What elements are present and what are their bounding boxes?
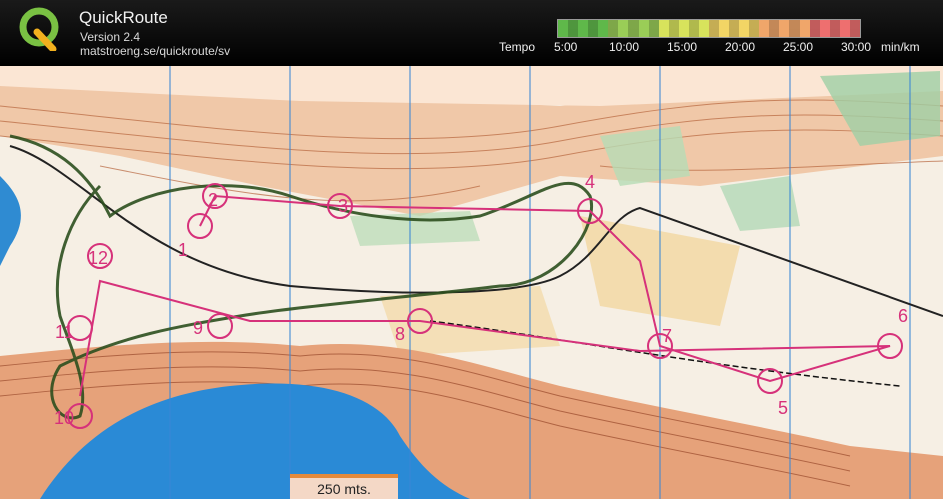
tempo-scale-cell	[658, 20, 669, 37]
app-title: QuickRoute	[79, 8, 168, 27]
tempo-scale-cell	[628, 20, 639, 37]
tempo-scale-cell	[719, 20, 730, 37]
control-8: 8	[395, 324, 405, 344]
map-scale-label: 250 mts.	[290, 474, 398, 499]
tempo-scale-cell	[608, 20, 619, 37]
tempo-scale-cell	[769, 20, 780, 37]
quickroute-logo-icon	[19, 7, 59, 51]
control-1: 1	[178, 240, 188, 260]
tempo-color-scale	[557, 19, 861, 38]
tempo-scale-cell	[558, 20, 569, 37]
control-7: 7	[662, 326, 672, 346]
tempo-scale-cell	[638, 20, 649, 37]
control-4: 4	[585, 172, 595, 192]
tempo-scale-cell	[759, 20, 770, 37]
tempo-scale-cell	[819, 20, 830, 37]
tempo-scale-cell	[829, 20, 840, 37]
tempo-scale-cell	[568, 20, 579, 37]
tempo-tick-15: 15:00	[667, 40, 698, 54]
tempo-scale-cell	[809, 20, 820, 37]
control-11: 11	[55, 322, 74, 342]
tempo-tick-25: 25:00	[783, 40, 814, 54]
tempo-scale-cell	[678, 20, 689, 37]
tempo-scale-cell	[688, 20, 699, 37]
tempo-scale-cell	[708, 20, 719, 37]
control-3: 3	[338, 196, 348, 216]
tempo-scale-cell	[739, 20, 750, 37]
tempo-tick-20: 20:00	[725, 40, 756, 54]
tempo-scale-cell	[648, 20, 659, 37]
app-url: matstroeng.se/quickroute/sv	[80, 44, 231, 58]
tempo-scale-cell	[799, 20, 810, 37]
tempo-scale-cell	[779, 20, 790, 37]
tempo-scale-cell	[749, 20, 760, 37]
tempo-tick-30: 30:00	[841, 40, 872, 54]
tempo-scale-cell	[849, 20, 860, 37]
control-10: 10	[54, 408, 74, 428]
tempo-tick-5: 5:00	[554, 40, 578, 54]
tempo-scale-cell	[598, 20, 609, 37]
control-12: 12	[88, 248, 108, 268]
control-6: 6	[898, 306, 908, 326]
map-canvas[interactable]: 1 2 3 4 5 6 7 8 9 10 11 12	[0, 66, 943, 499]
tempo-scale-cell	[618, 20, 629, 37]
control-2: 2	[208, 190, 218, 210]
tempo-scale-cell	[789, 20, 800, 37]
tempo-tick-10: 10:00	[609, 40, 640, 54]
tempo-scale-cell	[588, 20, 599, 37]
tempo-scale-cell	[668, 20, 679, 37]
tempo-unit: min/km	[881, 40, 920, 54]
orienteering-map[interactable]: 1 2 3 4 5 6 7 8 9 10 11 12 250 mts.	[0, 66, 943, 499]
control-9: 9	[193, 318, 203, 338]
tempo-label: Tempo	[499, 40, 536, 54]
tempo-scale-cell	[578, 20, 589, 37]
control-5: 5	[778, 398, 788, 418]
tempo-scale-cell	[839, 20, 850, 37]
tempo-scale-cell	[729, 20, 740, 37]
app-version: Version 2.4	[80, 30, 141, 44]
app-header: QuickRoute Version 2.4 matstroeng.se/qui…	[0, 0, 943, 66]
tempo-scale-cell	[698, 20, 709, 37]
